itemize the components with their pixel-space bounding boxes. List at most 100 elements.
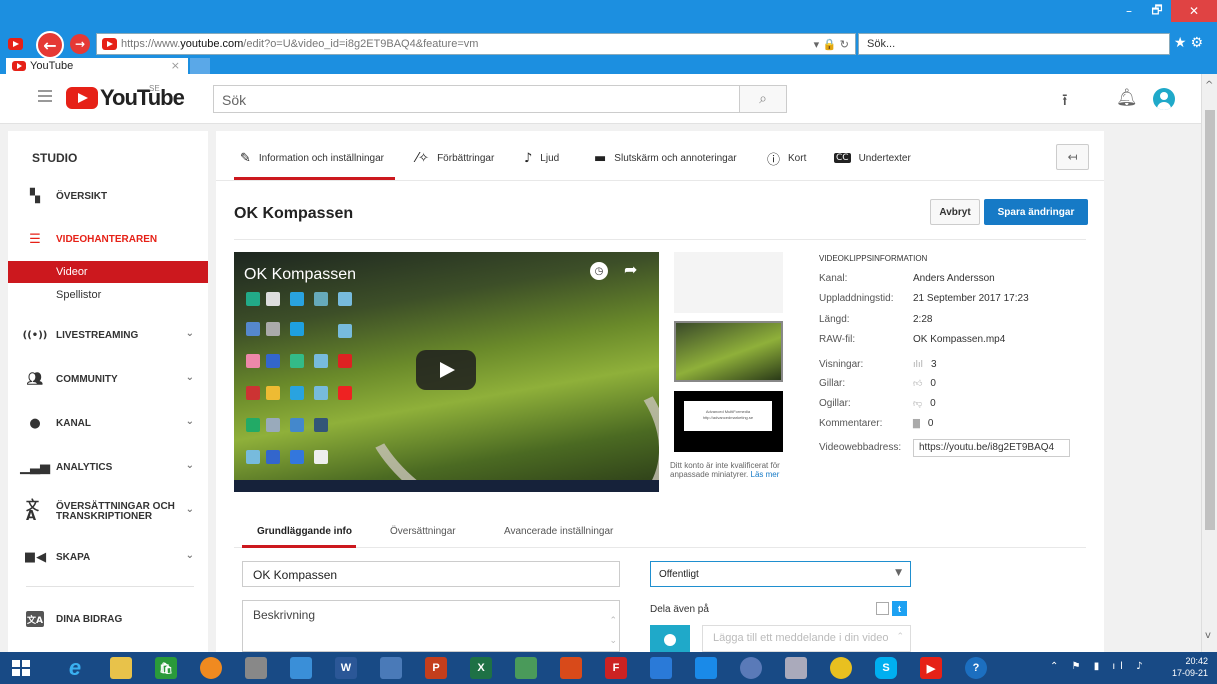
studio-label[interactable]: STUDIO (32, 151, 77, 165)
desktop-icon (266, 418, 280, 432)
address-bar-icons[interactable]: ▾ 🔒 ↻ (814, 38, 849, 51)
raw-file-value: OK Kompassen.mp4 (913, 334, 1006, 345)
share-message-input[interactable]: Lägga till ett meddelande i din video ⌃ (702, 625, 911, 652)
store-icon[interactable]: 🛍︎ (155, 657, 177, 679)
upload-icon[interactable]: ⭱ (1062, 89, 1068, 116)
powerpoint-icon[interactable]: P (425, 657, 447, 679)
textarea-scroll-icon[interactable]: ⌃ ⌄ (609, 611, 617, 651)
tab-endscreen[interactable]: ▬ Slutskärm och annoteringar (594, 149, 737, 167)
sidebar-item-channel[interactable]: ● KANAL ⌄ (8, 408, 208, 438)
sidebar-item-livestreaming[interactable]: ((•)) LIVESTREAMING ⌄ (8, 320, 208, 350)
tab-enhancements[interactable]: ⁄✧ Förbättringar (416, 149, 494, 167)
app-icon[interactable] (245, 657, 267, 679)
sidebar-item-translations[interactable]: 文A ÖVERSÄTTNINGAR OCH TRANSKRIPTIONER ⌄ (8, 497, 208, 527)
sidebar-item-contributions[interactable]: 文A DINA BIDRAG (8, 604, 208, 634)
chevron-down-icon: ⌄ (185, 504, 194, 515)
scroll-down-icon[interactable]: v (1205, 630, 1211, 641)
tab-audio[interactable]: ♪ Ljud (524, 149, 559, 167)
tab-label: Information och inställningar (258, 152, 384, 164)
app-icon[interactable] (785, 657, 807, 679)
word-icon[interactable]: W (335, 657, 357, 679)
sidebar-subitem-playlists[interactable]: Spellistor (8, 284, 208, 306)
system-tray-icons[interactable]: ⌃ ⚑ ▮ ıl ♪ (1050, 661, 1148, 672)
app-icon[interactable] (200, 657, 222, 679)
tab-translations[interactable]: Översättningar (390, 526, 456, 537)
channel-user-icon: ● (29, 415, 41, 431)
menu-icon[interactable] (38, 90, 52, 92)
desktop-icon (290, 386, 304, 400)
teamviewer-icon[interactable] (695, 657, 717, 679)
privacy-select[interactable]: Offentligt ▼ (650, 561, 911, 587)
sidebar-subitem-videos[interactable]: Videor (8, 261, 208, 283)
tab-cards[interactable]: ⓘ Kort (767, 149, 806, 168)
internet-explorer-icon[interactable]: e (64, 655, 86, 680)
app-icon[interactable] (290, 657, 312, 679)
description-placeholder: Beskrivning (253, 608, 316, 622)
tab-basic-info[interactable]: Grundläggande info (257, 526, 352, 537)
app-icon[interactable] (380, 657, 402, 679)
share-arrow-icon[interactable]: ➦ (624, 260, 637, 279)
sidebar-item-community[interactable]: 👥︎ COMMUNITY ⌄ (8, 364, 208, 394)
scroll-up-icon[interactable]: ^ (1205, 80, 1213, 91)
restore-button[interactable]: 🗗 (1143, 0, 1171, 22)
app-icon[interactable] (740, 657, 762, 679)
video-player[interactable]: OK Kompassen ◷ ➦ (234, 252, 659, 492)
save-changes-button[interactable]: Spara ändringar (984, 199, 1088, 225)
play-button[interactable] (416, 350, 476, 390)
watch-later-icon[interactable]: ◷ (590, 262, 608, 280)
cancel-button[interactable]: Avbryt (930, 199, 980, 225)
sidebar-item-video-manager[interactable]: ☰ VIDEOHANTERAREN (8, 224, 208, 254)
desktop-icon (314, 450, 328, 464)
back-arrow-button[interactable]: ↤ (1056, 144, 1089, 170)
youtube-search-input[interactable]: Sök (213, 85, 739, 113)
thumbnail-option-3[interactable]: Advanced MultiFormedia http://advancedma… (674, 391, 783, 452)
new-tab-button[interactable] (190, 58, 210, 74)
favorites-settings-icons[interactable]: ⌕▾ ★⚙ (1143, 35, 1207, 51)
tab-advanced-settings[interactable]: Avancerade inställningar (504, 526, 613, 537)
back-button[interactable]: ← (36, 31, 64, 59)
tab-info-settings[interactable]: ✎ Information och inställningar (240, 149, 384, 167)
browser-search-input[interactable]: Sök... (858, 33, 1170, 55)
excel-icon[interactable]: X (470, 657, 492, 679)
youtube-logo-text[interactable]: YouTube (100, 85, 185, 111)
avatar[interactable] (1153, 88, 1175, 110)
address-bar[interactable]: https://www. youtube.com/edit?o=U&video_i… (96, 33, 856, 55)
chrome-icon[interactable] (830, 657, 852, 679)
thumbnail-option-1[interactable] (674, 252, 783, 313)
youtube-logo-icon[interactable] (66, 87, 98, 109)
studio-sidebar: STUDIO ▚ ÖVERSIKT ☰ VIDEOHANTERAREN Vide… (8, 131, 208, 652)
description-textarea[interactable]: Beskrivning ⌃ ⌄ (242, 600, 620, 652)
thumbnail-option-2[interactable] (674, 321, 783, 382)
page-scrollbar[interactable]: ^ v (1201, 74, 1217, 652)
read-more-link[interactable]: Läs mer (751, 470, 780, 479)
sidebar-item-create[interactable]: ■◀ SKAPA ⌄ (8, 542, 208, 572)
filezilla-icon[interactable]: F (605, 657, 627, 679)
app-icon[interactable] (650, 657, 672, 679)
notifications-bell-icon[interactable]: 🔔︎ (1116, 88, 1138, 108)
app-icon[interactable] (515, 657, 537, 679)
desktop-icon (314, 292, 328, 306)
title-input[interactable]: OK Kompassen (242, 561, 620, 587)
sidebar-item-overview[interactable]: ▚ ÖVERSIKT (8, 181, 208, 211)
scrollbar-thumb[interactable] (1205, 110, 1215, 530)
share-twitter-checkbox[interactable] (876, 602, 889, 615)
help-icon[interactable]: ? (965, 657, 987, 679)
minimize-button[interactable]: – (1115, 0, 1143, 22)
windows-start-icon[interactable] (12, 660, 30, 676)
file-explorer-icon[interactable] (110, 657, 132, 679)
thumbnail-card-text: Advanced MultiFormedia http://advancedma… (684, 401, 772, 421)
forward-button[interactable]: → (70, 34, 90, 54)
close-window-button[interactable]: ✕ (1171, 0, 1217, 22)
taskbar-clock[interactable]: 20:42 17-09-21 (1160, 655, 1208, 679)
video-url-field[interactable]: https://youtu.be/i8g2ET9BAQ4 (913, 439, 1070, 457)
tab-subtitles[interactable]: CC Undertexter (834, 149, 911, 167)
tab-favicon-icon (12, 61, 26, 71)
clock-date: 17-09-21 (1171, 668, 1208, 678)
close-tab-icon[interactable]: × (171, 59, 180, 72)
app-icon[interactable] (560, 657, 582, 679)
sidebar-item-analytics[interactable]: ▁▃▅ ANALYTICS ⌄ (8, 452, 208, 482)
browser-tab-youtube[interactable]: YouTube × (6, 58, 188, 74)
youtube-taskbar-icon[interactable]: ▶ (920, 657, 942, 679)
search-button[interactable]: ⌕ (739, 85, 787, 113)
skype-icon[interactable]: S (875, 657, 897, 679)
